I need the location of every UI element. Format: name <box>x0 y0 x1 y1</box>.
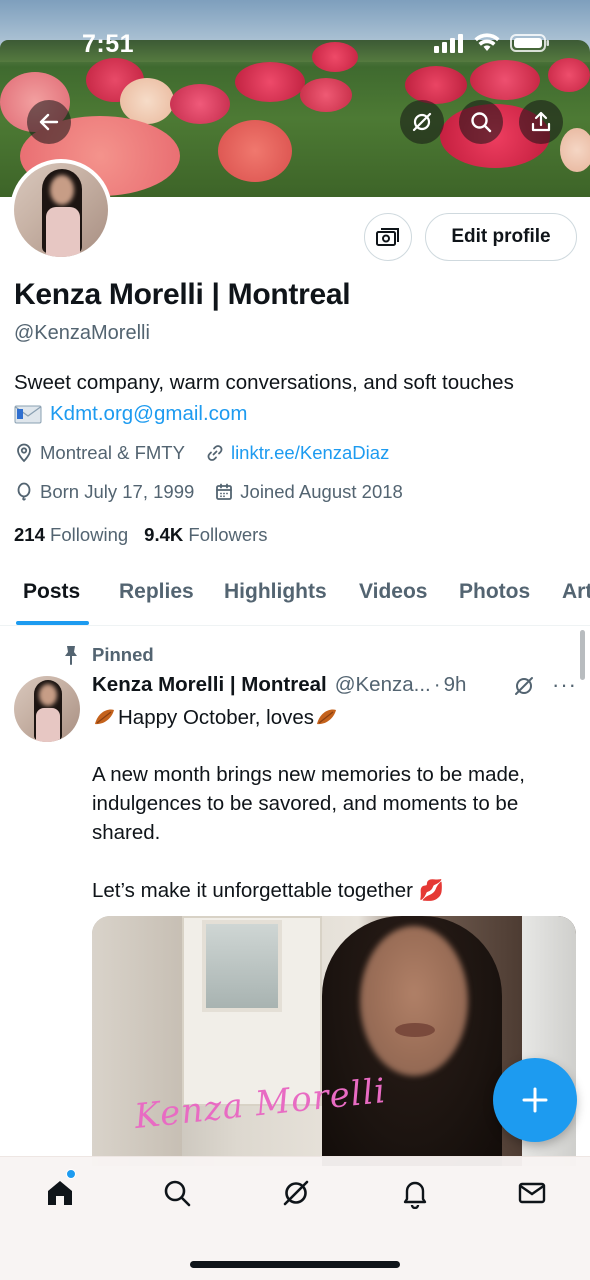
display-name: Kenza Morelli | Montreal <box>14 278 351 311</box>
tab-replies[interactable]: Replies <box>119 580 194 604</box>
avatar-face <box>50 175 74 205</box>
tweet-avatar-face <box>39 684 57 706</box>
pinned-text: Pinned <box>92 644 154 665</box>
bio-email-line: Kdmt.org@gmail.com <box>14 402 247 426</box>
envelope-emoji-icon <box>14 405 42 424</box>
wifi-icon <box>474 33 500 51</box>
followers-label: Followers <box>188 524 268 545</box>
balloon-icon <box>17 482 31 501</box>
location-text: Montreal & FMTY <box>40 442 185 463</box>
status-time: 7:51 <box>82 30 135 58</box>
nav-search[interactable] <box>157 1173 197 1213</box>
compose-post-button[interactable] <box>493 1058 577 1142</box>
avatar-photo <box>14 163 108 257</box>
media-lips <box>395 1023 435 1037</box>
profile-meta-row-2: Born July 17, 1999 Joined August 2018 <box>14 481 423 503</box>
bio-text: Sweet company, warm conversations, and s… <box>14 371 514 394</box>
tweet-author-avatar[interactable] <box>14 676 80 742</box>
tab-photos[interactable]: Photos <box>459 580 530 604</box>
share-button[interactable] <box>519 100 563 144</box>
avatar-outfit <box>46 207 80 257</box>
active-tab-indicator <box>16 621 89 625</box>
tweet-paragraph-3: Let’s make it unforgettable together 💋 <box>92 876 572 905</box>
banner-flower <box>218 120 292 182</box>
pinned-label: Pinned <box>62 644 154 666</box>
birthday-item: Born July 17, 1999 <box>14 481 194 503</box>
tweet-header: Kenza Morelli | Montreal @Kenza... · 9h <box>92 673 466 697</box>
tweet-author-handle[interactable]: @Kenza... <box>335 673 431 697</box>
website-link[interactable]: linktr.ee/KenzaDiaz <box>231 442 389 464</box>
profile-meta-row-1: Montreal & FMTY linktr.ee/KenzaDiaz <box>14 442 409 464</box>
home-icon <box>48 1181 72 1205</box>
joined-item: Joined August 2018 <box>214 481 403 503</box>
edit-profile-button[interactable]: Edit profile <box>425 213 577 261</box>
tweet-author-name[interactable]: Kenza Morelli | Montreal <box>92 673 327 697</box>
followers-count: 9.4K <box>144 524 184 545</box>
home-indicator <box>190 1261 400 1268</box>
link-icon <box>207 445 223 461</box>
calendar-icon <box>216 483 233 500</box>
grok-button[interactable] <box>400 100 444 144</box>
following-label: Following <box>50 524 129 545</box>
home-notification-dot <box>66 1169 76 1179</box>
signal-icon <box>434 34 463 53</box>
profile-handle: @KenzaMorelli <box>14 322 150 344</box>
tweet-line1-text: Happy October, loves <box>118 706 314 729</box>
followers-link[interactable]: 9.4K Followers <box>144 524 267 546</box>
tab-articles[interactable]: Art <box>562 580 590 604</box>
bio-email-link[interactable]: Kdmt.org@gmail.com <box>50 402 247 426</box>
location-item: Montreal & FMTY <box>14 442 185 464</box>
nav-home[interactable] <box>40 1173 80 1213</box>
tab-posts[interactable]: Posts <box>23 580 80 604</box>
media-face <box>360 926 468 1076</box>
nav-notifications[interactable] <box>395 1173 435 1213</box>
birthday-text: Born July 17, 1999 <box>40 481 195 502</box>
scrollbar[interactable] <box>580 630 585 680</box>
nav-grok[interactable] <box>276 1173 316 1213</box>
bell-icon <box>403 1181 427 1209</box>
tweet-text-line1: Happy October, loves <box>92 703 572 732</box>
grok-icon <box>283 1180 309 1206</box>
grok-icon <box>412 112 432 132</box>
banner-flower <box>170 84 230 124</box>
pin-icon <box>65 646 77 665</box>
tweet-avatar-outfit <box>36 708 60 742</box>
nav-messages[interactable] <box>512 1173 552 1213</box>
tab-videos[interactable]: Videos <box>359 580 427 604</box>
website-item[interactable]: linktr.ee/KenzaDiaz <box>205 442 389 464</box>
following-count: 214 <box>14 524 45 545</box>
tweet-separator: · <box>433 673 441 696</box>
search-icon <box>164 1180 191 1207</box>
tweet-paragraph-2: A new month brings new memories to be ma… <box>92 763 525 844</box>
tab-highlights[interactable]: Highlights <box>224 580 327 604</box>
share-icon <box>531 111 551 132</box>
money-icon <box>376 228 399 246</box>
search-icon <box>471 112 492 133</box>
status-icons <box>434 33 550 53</box>
follow-stats: 214 Following 9.4K Followers <box>14 524 268 546</box>
leaves-emoji-icon <box>317 709 336 725</box>
back-button[interactable] <box>27 100 71 144</box>
status-bar: 7:51 <box>0 0 590 90</box>
profile-avatar[interactable] <box>10 159 112 261</box>
tweet-more-button[interactable]: ··· <box>552 672 577 698</box>
plus-icon <box>522 1087 548 1113</box>
search-button[interactable] <box>459 100 503 144</box>
mail-icon <box>518 1182 546 1204</box>
kiss-emoji-icon: 💋 <box>418 879 445 902</box>
tweet-grok-button[interactable] <box>512 674 536 703</box>
banner-flower <box>560 128 590 172</box>
arrow-left-icon <box>39 113 59 131</box>
media-cabinet-glass <box>202 920 282 1012</box>
tweet-time[interactable]: 9h <box>444 673 467 697</box>
location-pin-icon <box>17 443 31 463</box>
joined-text: Joined August 2018 <box>240 481 403 502</box>
tweet-paragraph-3-text: Let’s make it unforgettable together <box>92 879 413 902</box>
leaves-emoji-icon <box>95 709 114 725</box>
profile-tabs: Posts Replies Highlights Videos Photos A… <box>0 562 590 626</box>
grok-icon <box>515 677 533 695</box>
subscribe-button[interactable] <box>364 213 412 261</box>
battery-icon <box>510 34 549 52</box>
following-link[interactable]: 214 Following <box>14 524 128 546</box>
